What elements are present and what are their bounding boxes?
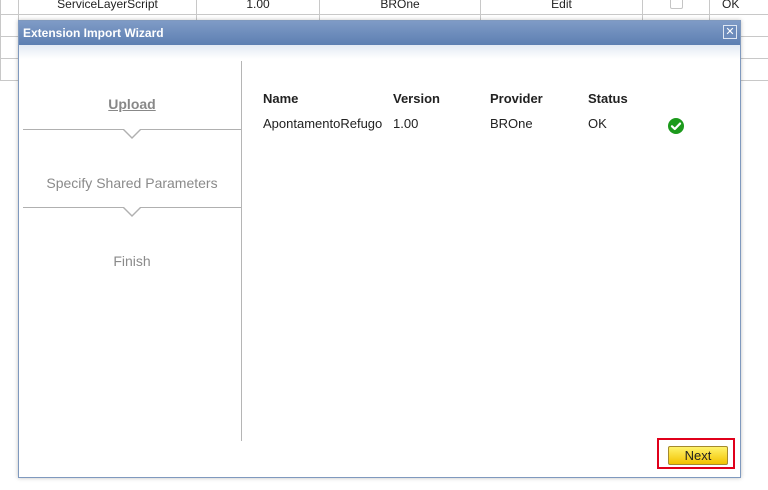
steps-separator: [241, 61, 242, 441]
header-provider: Provider: [490, 91, 543, 106]
cell-status: OK: [588, 116, 607, 131]
header-name: Name: [263, 91, 299, 106]
close-icon[interactable]: ✕: [723, 25, 737, 39]
bg-status-cell: OK: [709, 0, 768, 15]
next-button[interactable]: Next: [668, 446, 728, 465]
bg-name-cell: ServiceLayerScript: [18, 0, 197, 15]
step-specify-shared-parameters: Specify Shared Parameters: [46, 175, 218, 191]
extension-import-wizard-dialog: Extension Import Wizard ✕ Upload Specify…: [18, 20, 741, 478]
dialog-title: Extension Import Wizard: [23, 26, 164, 40]
cell-version: 1.00: [393, 116, 419, 131]
step-finish: Finish: [113, 253, 151, 269]
cell-name: ApontamentoRefugo: [263, 116, 383, 131]
check-circle-icon: [668, 118, 684, 134]
table-row: ServiceLayerScript 1.00 BROne Edit OK: [0, 0, 768, 15]
cell-provider: BROne: [490, 116, 533, 131]
header-status: Status: [588, 91, 628, 106]
bg-provider-cell: BROne: [319, 0, 481, 15]
bg-checkbox[interactable]: [669, 0, 683, 9]
step-upload: Upload: [108, 96, 156, 112]
dialog-titlebar[interactable]: Extension Import Wizard ✕: [19, 21, 740, 45]
header-version: Version: [393, 91, 440, 106]
bg-edit-link[interactable]: Edit: [480, 0, 643, 15]
bg-version-cell: 1.00: [196, 0, 320, 15]
header-gradient: [19, 45, 740, 59]
